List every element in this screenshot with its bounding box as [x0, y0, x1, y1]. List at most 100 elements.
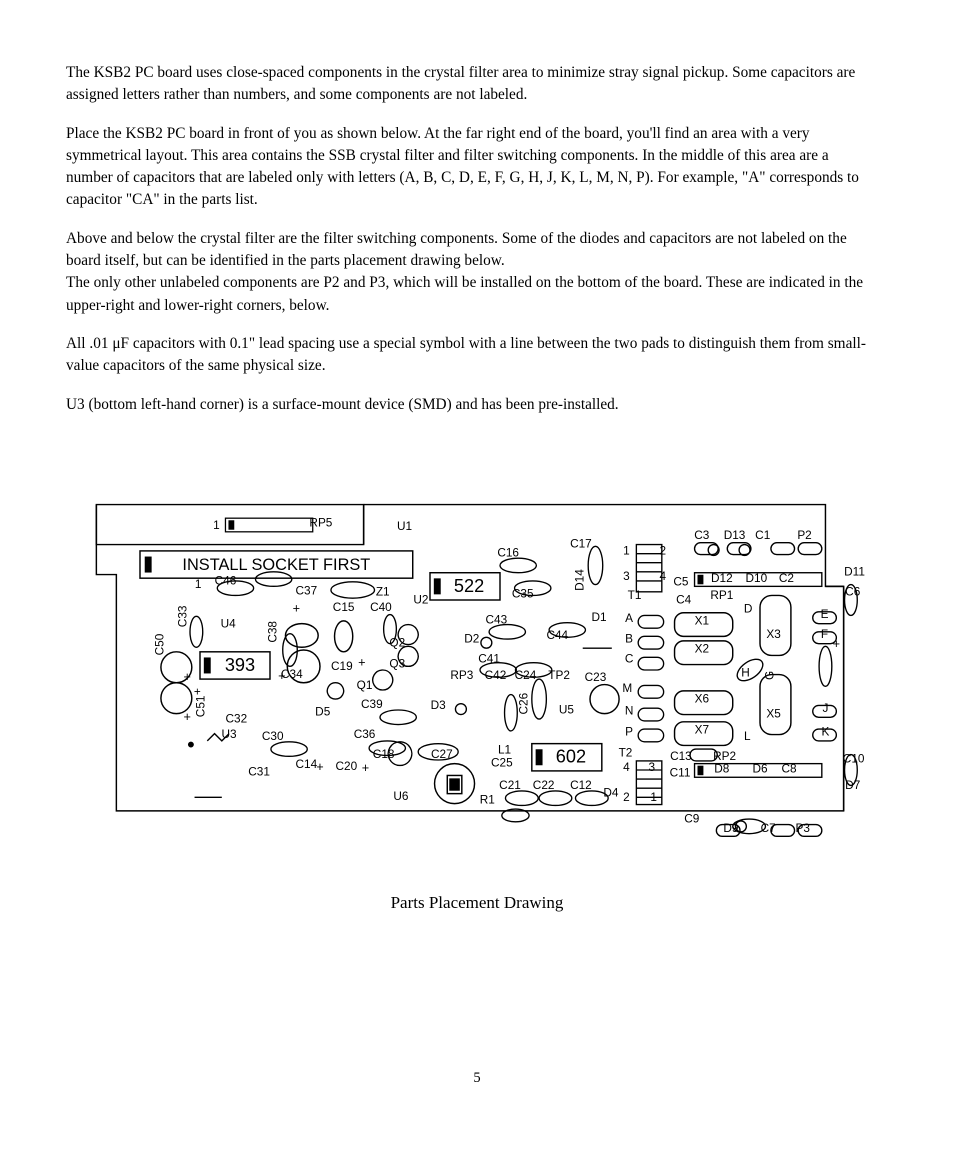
ref-des-d11: D11	[844, 564, 865, 578]
ref-des-q1: Q1	[357, 678, 373, 692]
ref-des-u4: U4	[221, 616, 237, 630]
ref-des-z1: Z1	[376, 584, 390, 598]
ref-des-4: 4	[659, 569, 666, 583]
ic-label-522: 522	[454, 576, 484, 596]
ref-des-u6: U6	[393, 789, 409, 803]
ref-des-d4: D4	[603, 785, 619, 799]
ref-des-c5: C5	[673, 574, 689, 588]
ref-des-t1: T1	[628, 588, 642, 602]
ref-des-2: 2	[623, 790, 630, 804]
ref-des-c7: C7	[761, 821, 776, 835]
body-text: The KSB2 PC board uses close-spaced comp…	[66, 62, 866, 416]
polarity-plus-0: +	[293, 601, 300, 616]
ref-des-c13: C13	[670, 749, 692, 763]
ref-des-3: 3	[649, 760, 656, 774]
ref-des-x2: X2	[695, 642, 709, 656]
ref-des-c30: C30	[262, 729, 284, 743]
ref-des-c36: C36	[354, 727, 376, 741]
ref-des-c12: C12	[570, 778, 592, 792]
ref-des-c44: C44	[546, 628, 568, 642]
ref-des-d5: D5	[315, 704, 331, 718]
pin-1-rp5: 1	[213, 518, 220, 532]
ref-des-c18: C18	[373, 747, 395, 761]
ref-des-c6: C6	[845, 584, 861, 598]
figure-caption: Parts Placement Drawing	[390, 893, 564, 912]
polarity-plus-3: +	[278, 668, 285, 683]
ref-des-x6: X6	[695, 692, 710, 706]
ref-des-c20: C20	[336, 759, 358, 773]
page-number: 5	[473, 1070, 481, 1086]
ref-des-b: B	[625, 632, 633, 646]
pin-1-u4: 1	[195, 577, 202, 591]
page: The KSB2 PC board uses close-spaced comp…	[0, 0, 954, 1159]
ref-des-p3: P3	[796, 821, 811, 835]
ref-des-d9: D9	[723, 821, 738, 835]
ref-des-c33: C33	[175, 605, 189, 627]
polarity-plus-5: +	[316, 759, 323, 774]
ref-des-q3: Q3	[389, 656, 405, 670]
ref-des-x3: X3	[766, 627, 781, 641]
ref-des-n: N	[625, 704, 634, 718]
ref-des-c1: C1	[755, 528, 770, 542]
ref-des-d13: D13	[724, 528, 746, 542]
ref-des-u3: U3	[222, 727, 238, 741]
ref-des-c39: C39	[361, 697, 383, 711]
ref-des-3: 3	[623, 569, 630, 583]
ref-des-d6: D6	[752, 762, 768, 776]
ref-des-h: H	[741, 665, 750, 679]
polarity-plus-4: +	[358, 654, 365, 669]
paragraph-4: All .01 μF capacitors with 0.1" lead spa…	[66, 334, 866, 375]
paragraph-5: U3 (bottom left-hand corner) is a surfac…	[66, 395, 619, 413]
polarity-plus-2: +	[184, 709, 191, 724]
ref-des-x5: X5	[766, 706, 781, 720]
ref-des-2: 2	[659, 544, 666, 558]
ref-des-c27: C27	[431, 747, 453, 761]
ref-des-g: G	[763, 671, 777, 680]
ref-des-l: L	[744, 729, 751, 743]
ref-des-rp5: RP5	[309, 515, 332, 529]
ref-des-x7: X7	[695, 723, 709, 737]
ref-des-p: P	[625, 724, 633, 738]
ref-des-j: J	[823, 701, 829, 715]
ref-des-4: 4	[623, 760, 630, 774]
ref-des-c38: C38	[265, 621, 279, 643]
ref-des-1: 1	[650, 790, 657, 804]
ref-des-tp2: TP2	[548, 668, 570, 682]
ref-des-d7: D7	[845, 778, 860, 792]
polarity-plus-1: +	[184, 669, 191, 684]
parts-placement-drawing: RP5 U1 C16 C17 C3 D13 C1 P2 D11 C46 C37 Z1 U2 C35 D14 C…	[80, 470, 880, 870]
ref-des-p2: P2	[797, 528, 811, 542]
ref-des-c43: C43	[486, 613, 508, 627]
ref-des-c25: C25	[491, 755, 513, 769]
ic-label-393: 393	[225, 655, 255, 675]
ref-des-c: C	[625, 652, 634, 666]
note-install-socket: INSTALL SOCKET FIRST	[182, 556, 370, 574]
ref-des-t2: T2	[619, 745, 633, 759]
ref-des-c50: C50	[153, 633, 167, 655]
ref-des-c22: C22	[533, 778, 555, 792]
ref-des-c19: C19	[331, 659, 353, 673]
ref-des-c2: C2	[779, 571, 794, 585]
ref-des-rp3: RP3	[450, 668, 473, 682]
ref-des-c40: C40	[370, 600, 392, 614]
ref-des-u2: U2	[413, 593, 428, 607]
ref-des-u5: U5	[559, 703, 575, 717]
ref-des-c26: C26	[516, 692, 530, 714]
ref-des-d8: D8	[714, 762, 730, 776]
ref-des-d14: D14	[573, 569, 587, 591]
ref-des-c10: C10	[843, 752, 865, 766]
ref-des-d: D	[744, 602, 753, 616]
ref-des-c42: C42	[485, 668, 507, 682]
paragraph-3: Above and below the crystal filter are t…	[66, 229, 864, 314]
ref-des-c23: C23	[585, 670, 607, 684]
ref-des-u1: U1	[397, 519, 412, 533]
ref-des-c51: C51	[194, 696, 208, 718]
ref-des-c3: C3	[694, 528, 710, 542]
ref-des-c21: C21	[499, 778, 521, 792]
ref-des-c8: C8	[782, 762, 798, 776]
ref-des-c16: C16	[497, 545, 519, 559]
paragraph-2: Place the KSB2 PC board in front of you …	[66, 124, 859, 209]
ref-des-d1: D1	[592, 610, 607, 624]
ref-des-d3: D3	[431, 698, 447, 712]
ref-des-1: 1	[623, 544, 630, 558]
